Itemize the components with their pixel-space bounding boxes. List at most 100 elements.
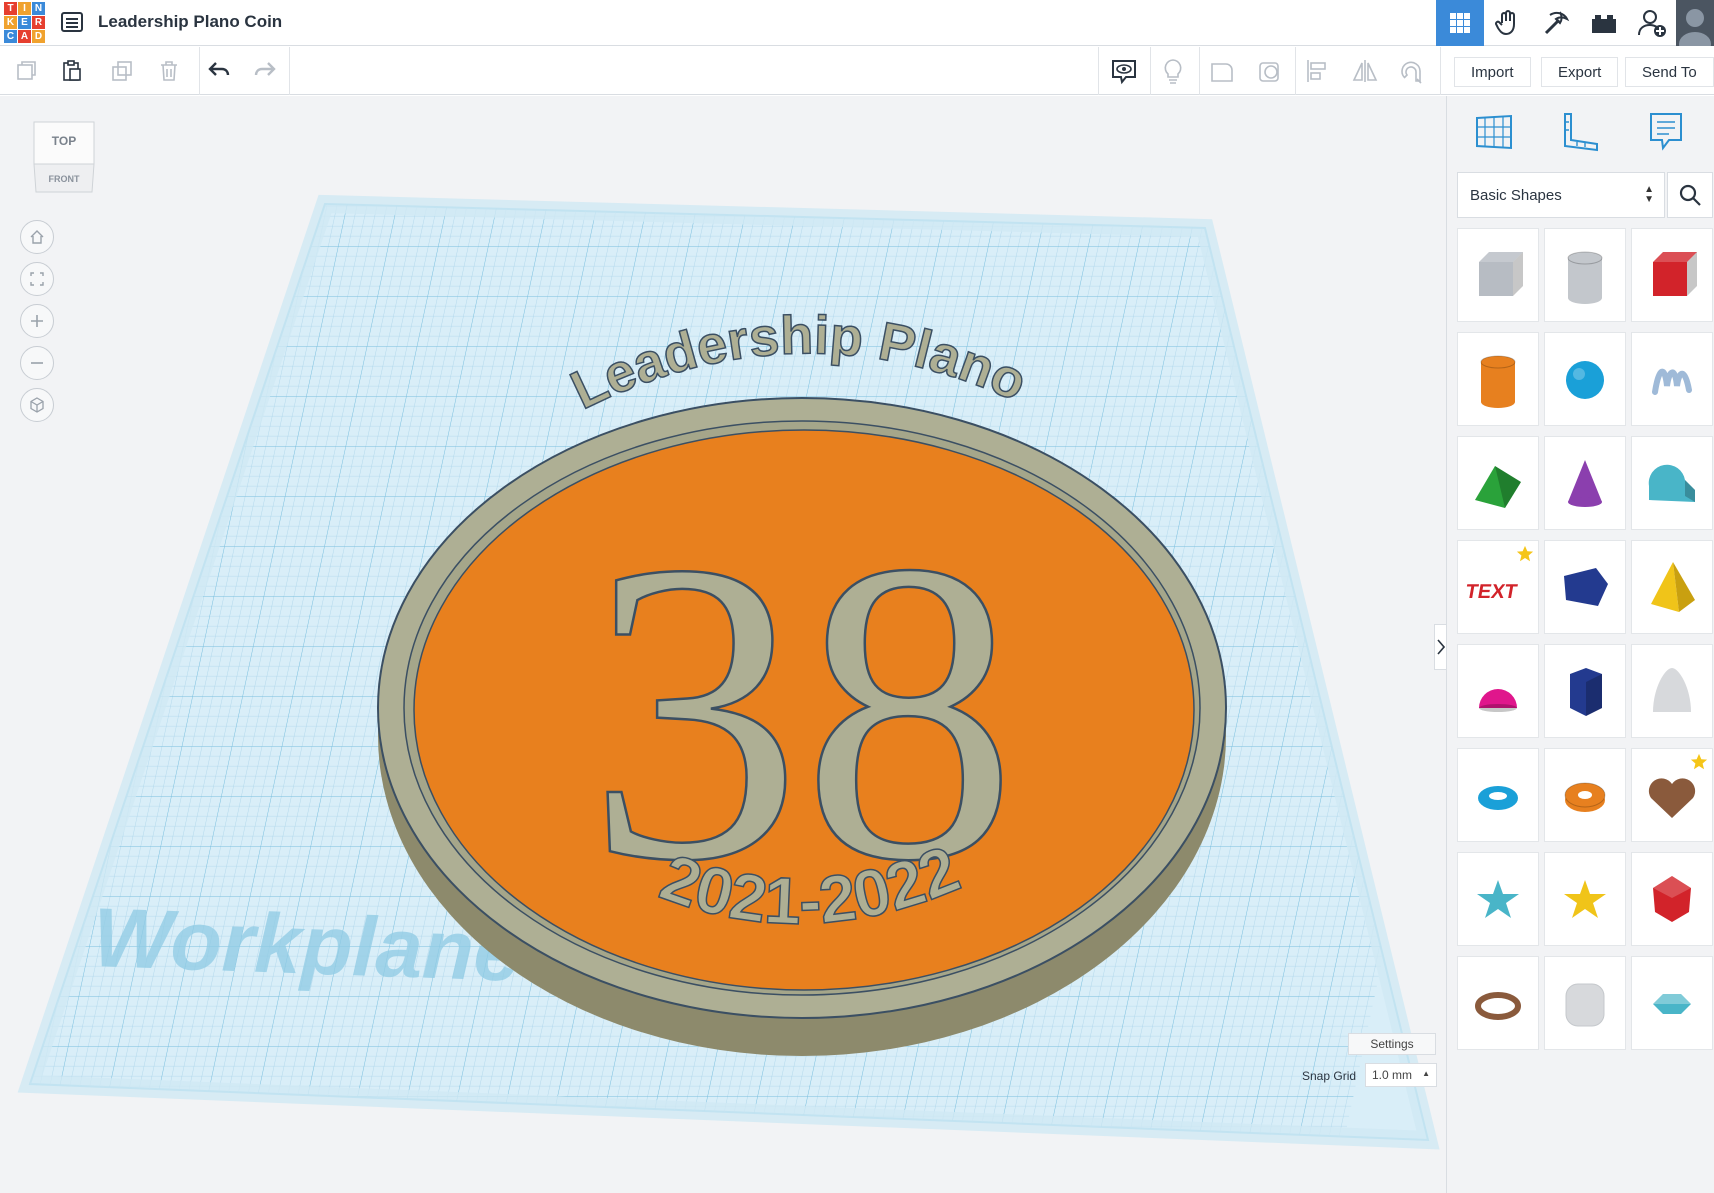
cone-icon xyxy=(1568,460,1602,507)
delete-icon[interactable] xyxy=(153,55,185,87)
workplane-icon[interactable] xyxy=(1471,108,1517,154)
shape-roof[interactable] xyxy=(1457,436,1539,530)
notes-icon[interactable] xyxy=(1643,108,1689,154)
shape-ring[interactable] xyxy=(1457,956,1539,1050)
star-icon xyxy=(1477,880,1519,918)
bricks-icon[interactable] xyxy=(1580,0,1628,46)
shape-sphere[interactable] xyxy=(1544,332,1626,426)
polygon-icon xyxy=(1570,668,1602,716)
snap-grid-select[interactable]: 1.0 mm ▲ xyxy=(1365,1063,1437,1087)
shapes-panel: Basic Shapes ▲ ▼ TEXT xyxy=(1446,96,1714,1193)
diamond-icon xyxy=(1653,994,1691,1014)
shape-star[interactable] xyxy=(1457,852,1539,946)
shape-cone[interactable] xyxy=(1544,436,1626,530)
document-title[interactable]: Leadership Plano Coin xyxy=(98,12,282,32)
circuits-hand-icon[interactable] xyxy=(1484,0,1532,46)
zoom-in-icon[interactable] xyxy=(20,304,54,338)
shape-library-select[interactable]: Basic Shapes ▲ ▼ xyxy=(1457,172,1665,218)
top-bar: TIN KER CAD Leadership Plano Coin xyxy=(0,0,1714,46)
wedge-icon xyxy=(1564,568,1608,606)
logo-letter: A xyxy=(18,30,31,43)
icosahedron-icon xyxy=(1653,876,1691,922)
shape-grid: TEXT xyxy=(1457,228,1713,1050)
toolbar: Import Export Send To xyxy=(0,47,1714,95)
shape-half-sphere[interactable] xyxy=(1457,644,1539,738)
copy-icon[interactable] xyxy=(10,55,42,87)
torus-icon xyxy=(1478,786,1518,810)
view-cube-top-label: TOP xyxy=(51,134,77,148)
undo-icon[interactable] xyxy=(203,55,235,87)
shape-diamond[interactable] xyxy=(1631,956,1713,1050)
shape-round-roof[interactable] xyxy=(1631,436,1713,530)
light-bulb-icon[interactable] xyxy=(1157,55,1189,87)
box-hole-icon xyxy=(1479,252,1523,296)
svg-text:TEXT: TEXT xyxy=(1465,581,1519,603)
group-magnet-icon[interactable] xyxy=(1396,55,1428,87)
tinkercad-logo[interactable]: TIN KER CAD xyxy=(4,2,46,44)
user-avatar[interactable] xyxy=(1676,0,1714,46)
roof-icon xyxy=(1475,466,1521,508)
shape-scribble[interactable] xyxy=(1631,332,1713,426)
3d-design-grid-icon[interactable] xyxy=(1436,0,1484,46)
export-button[interactable]: Export xyxy=(1541,57,1619,87)
import-button[interactable]: Import xyxy=(1454,57,1531,87)
shape-box-hole[interactable] xyxy=(1457,228,1539,322)
star-badge-icon xyxy=(1516,545,1534,568)
paste-icon[interactable] xyxy=(56,55,88,87)
scribble-icon xyxy=(1652,368,1692,395)
logo-letter: K xyxy=(4,16,17,29)
redo-icon[interactable] xyxy=(249,55,281,87)
shape-wedge[interactable] xyxy=(1544,540,1626,634)
box-icon xyxy=(1653,252,1697,296)
cylinder-hole-icon xyxy=(1567,251,1603,304)
shape-polygon[interactable] xyxy=(1544,644,1626,738)
round-roof-icon xyxy=(1648,464,1695,502)
add-user-icon[interactable] xyxy=(1628,0,1676,46)
sort-arrows-icon: ▲ ▼ xyxy=(1644,184,1654,205)
logo-letter: D xyxy=(32,30,45,43)
align-icon[interactable] xyxy=(1302,55,1334,87)
shape-paraboloid[interactable] xyxy=(1631,644,1713,738)
shape-pyramid[interactable] xyxy=(1631,540,1713,634)
ruler-icon[interactable] xyxy=(1557,108,1603,154)
view-cube[interactable]: TOP FRONT xyxy=(30,118,98,194)
shape-icon[interactable] xyxy=(1206,55,1238,87)
snap-grid-value: 1.0 mm xyxy=(1372,1068,1413,1082)
shape-icosahedron[interactable] xyxy=(1631,852,1713,946)
paraboloid-icon xyxy=(1653,668,1691,712)
rounded-box-icon xyxy=(1565,983,1605,1027)
codeblocks-pickaxe-icon[interactable] xyxy=(1532,0,1580,46)
chevron-right-icon xyxy=(1437,639,1445,655)
notes-toggle-icon[interactable] xyxy=(1108,55,1140,87)
shape-tube[interactable] xyxy=(1544,748,1626,842)
search-icon[interactable] xyxy=(1667,172,1713,218)
shape-cylinder[interactable] xyxy=(1457,332,1539,426)
workplane-canvas[interactable]: Workplane Leadership Plano 38 2021-2022 xyxy=(0,96,1446,1193)
ring-icon xyxy=(1475,992,1521,1020)
zoom-out-icon[interactable] xyxy=(20,346,54,380)
shape-library-label: Basic Shapes xyxy=(1470,186,1562,204)
perspective-icon[interactable] xyxy=(20,388,54,422)
caret-up-icon: ▲ xyxy=(1422,1069,1430,1078)
panel-collapse-toggle[interactable] xyxy=(1434,624,1446,670)
shape-star-gold[interactable] xyxy=(1544,852,1626,946)
settings-button[interactable]: Settings xyxy=(1348,1033,1436,1055)
mirror-icon[interactable] xyxy=(1349,55,1381,87)
hole-icon[interactable] xyxy=(1254,55,1286,87)
logo-letter: E xyxy=(18,16,31,29)
shape-box[interactable] xyxy=(1631,228,1713,322)
fit-view-icon[interactable] xyxy=(20,262,54,296)
star-gold-icon xyxy=(1564,880,1606,918)
logo-letter: R xyxy=(32,16,45,29)
design-list-icon[interactable] xyxy=(60,10,84,34)
duplicate-icon[interactable] xyxy=(106,55,138,87)
shape-rounded-box[interactable] xyxy=(1544,956,1626,1050)
shape-text[interactable]: TEXT xyxy=(1457,540,1539,634)
home-icon[interactable] xyxy=(20,220,54,254)
3d-viewport[interactable]: Workplane Leadership Plano 38 2021-2022 … xyxy=(0,96,1446,1193)
logo-letter: I xyxy=(18,2,31,15)
shape-heart[interactable] xyxy=(1631,748,1713,842)
shape-cylinder-hole[interactable] xyxy=(1544,228,1626,322)
send-to-button[interactable]: Send To xyxy=(1625,57,1714,87)
shape-torus[interactable] xyxy=(1457,748,1539,842)
